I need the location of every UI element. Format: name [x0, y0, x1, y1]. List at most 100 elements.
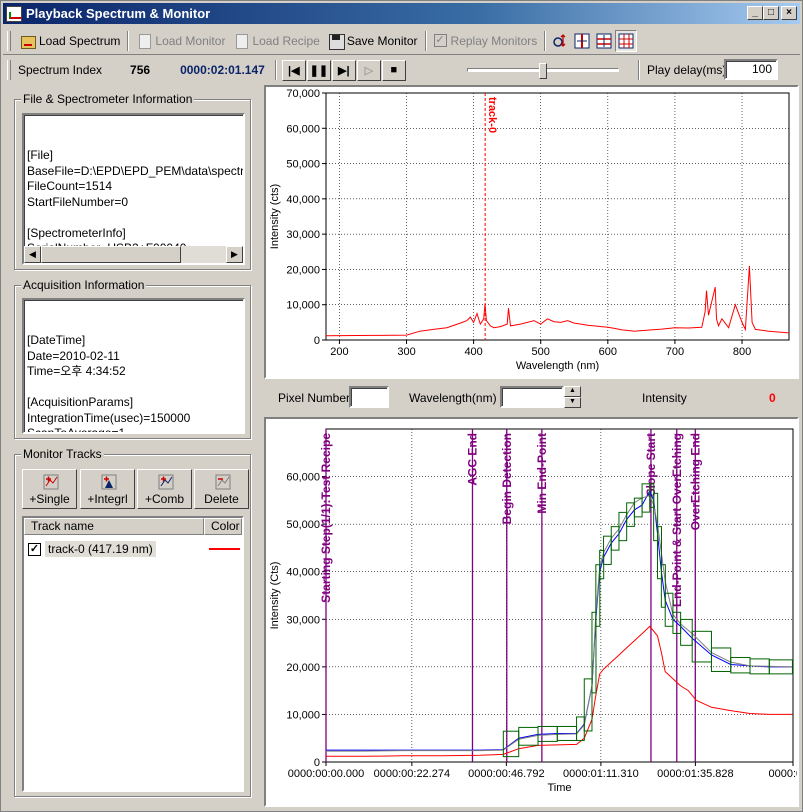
plot-frame — [325, 428, 794, 763]
track-name: track-0 (417.19 nm) — [45, 541, 156, 557]
spin-down-button[interactable]: ▼ — [564, 397, 581, 408]
series-line-0 — [326, 625, 793, 757]
horizontal-cursor-icon — [596, 33, 612, 48]
y-tick-label: 0 — [314, 335, 320, 347]
swap-icon — [553, 33, 566, 47]
horizontal-cursor-button[interactable] — [593, 30, 615, 52]
add-single-track-button[interactable]: +Single — [22, 469, 77, 509]
delete-track-button[interactable]: Delete — [194, 469, 249, 509]
wavelength-input[interactable] — [500, 386, 564, 408]
close-button[interactable]: × — [781, 6, 797, 20]
add-combined-track-button[interactable]: +Comb — [137, 469, 192, 509]
last-frame-button[interactable]: ▶| — [331, 59, 356, 81]
playback-bar: Spectrum Index 756 0000:02:01.147 |◀ ❚❚ … — [3, 57, 800, 83]
title-bar[interactable]: Playback Spectrum & Monitor _ □ × — [3, 3, 800, 24]
arrow-down-icon: ▼ — [569, 398, 576, 405]
load-monitor-button[interactable]: Load Monitor — [132, 30, 229, 52]
track-list[interactable]: Track name Color ✓ track-0 (417.19 nm) — [22, 516, 244, 792]
swap-tool-button[interactable] — [549, 30, 571, 52]
info-line — [27, 210, 240, 226]
x-tick-label: 0000:01:35.828 — [657, 768, 733, 780]
readout-bar: Pixel Number Wavelength(nm) ▲ ▼ Intensit… — [264, 383, 799, 411]
y-tick-label: 30,000 — [286, 229, 320, 241]
minimize-button[interactable]: _ — [747, 6, 763, 20]
file-info-memo[interactable]: [File] BaseFile=D:\EPD\EPD_PEM\data\spect… — [22, 113, 245, 265]
first-frame-button[interactable]: |◀ — [281, 59, 306, 81]
toolbar-separator — [127, 30, 130, 51]
folder-chart-icon — [20, 33, 36, 49]
scroll-left-button[interactable]: ◀ — [24, 246, 41, 263]
add-single-label: +Single — [29, 492, 70, 506]
add-combined-label: +Comb — [144, 492, 185, 506]
spectrum-index-value: 756 — [130, 63, 151, 77]
app-window: Playback Spectrum & Monitor _ □ × Load S… — [0, 0, 803, 812]
grid-lines — [325, 429, 794, 763]
checkbox-icon: ✓ — [433, 34, 447, 47]
x-tick-label: 0000:02:0 — [769, 768, 797, 780]
playback-controls: |◀ ❚❚ ▶| ▷ ■ — [281, 59, 406, 81]
acquisition-info-title: Acquisition Information — [21, 278, 147, 292]
info-line: FileCount=1514 — [27, 179, 113, 193]
y-tick-label: 60,000 — [286, 123, 320, 135]
spin-up-button[interactable]: ▲ — [564, 386, 581, 397]
acquisition-info-memo[interactable]: [DateTime] Date=2010-02-11 Time=오후 4:34:52… — [22, 298, 245, 434]
event-label: End-Point & Start OverEtching — [670, 433, 684, 607]
monitor-tracks-title: Monitor Tracks — [21, 447, 104, 461]
recipe-icon — [233, 33, 249, 49]
y-tick-label: 50,000 — [286, 159, 320, 171]
pixel-number-input[interactable] — [349, 386, 389, 408]
toolbar-separator — [424, 30, 427, 51]
wavelength-spinner[interactable]: ▲ ▼ — [564, 386, 581, 408]
maximize-button[interactable]: □ — [763, 6, 779, 20]
toolbar-grip[interactable] — [7, 30, 11, 51]
grid-view-button[interactable] — [615, 29, 638, 52]
main-toolbar: Load Spectrum Load Monitor Load Recipe S… — [3, 27, 800, 55]
file-info-hscrollbar[interactable]: ◀ ▶ — [24, 246, 243, 263]
info-line: [File] — [27, 148, 54, 162]
info-line: StartFileNumber=0 — [27, 194, 129, 209]
slider-thumb[interactable] — [539, 63, 547, 79]
delete-track-icon — [215, 474, 231, 490]
scroll-right-button[interactable]: ▶ — [226, 246, 243, 263]
scroll-thumb[interactable] — [41, 246, 181, 263]
y-axis-label: Intensity (cts) — [269, 184, 281, 249]
load-spectrum-button[interactable]: Load Spectrum — [16, 30, 124, 52]
vertical-cursor-button[interactable] — [571, 30, 593, 52]
x-tick-label: 0000:00:00.000 — [288, 768, 364, 780]
info-line: ScanToAverage=1 — [27, 426, 126, 434]
load-recipe-label: Load Recipe — [252, 33, 320, 48]
event-label: Min End-Point — [535, 433, 549, 514]
y-tick-label: 30,000 — [286, 614, 320, 626]
toolbar-grip[interactable] — [7, 60, 11, 80]
info-line: Date=2010-02-11 — [27, 348, 120, 363]
spectrum-chart[interactable]: 0 10,000 20,000 30,000 40,000 50,000 60,000 70,… — [266, 87, 797, 377]
grid-icon — [618, 33, 634, 48]
y-axis-label: Intensity (Cts) — [269, 562, 281, 630]
track-color-swatch[interactable] — [209, 548, 240, 550]
track-marker-label: track-0 — [486, 97, 498, 133]
add-integral-track-button[interactable]: +Integrl — [80, 469, 135, 509]
acquisition-info-text: [DateTime] Date=2010-02-11 Time=오후 4:34:52… — [27, 333, 240, 434]
track-name-header[interactable]: Track name — [24, 518, 204, 535]
monitor-chart[interactable]: 010,00020,00030,00040,00050,00060,000000… — [266, 419, 803, 805]
x-tick-label: 700 — [666, 346, 684, 358]
integral-track-icon — [101, 474, 117, 490]
pause-button[interactable]: ❚❚ — [306, 59, 331, 81]
play-delay-input[interactable]: 100 — [724, 59, 778, 80]
play-button[interactable]: ▷ — [356, 59, 381, 81]
color-header[interactable]: Color — [204, 518, 242, 535]
event-label: Slope Start — [644, 433, 658, 496]
track-row[interactable]: ✓ track-0 (417.19 nm) — [28, 539, 242, 559]
save-monitor-button[interactable]: Save Monitor — [324, 30, 422, 52]
load-recipe-button[interactable]: Load Recipe — [229, 30, 323, 52]
toolbar-separator — [544, 30, 547, 51]
y-tick-label: 20,000 — [286, 264, 320, 276]
y-tick-label: 40,000 — [286, 194, 320, 206]
track-checkbox[interactable]: ✓ — [28, 542, 41, 556]
skip-back-icon: |◀ — [288, 64, 300, 77]
event-label: OverEtching End — [688, 433, 702, 530]
playback-slider[interactable] — [467, 63, 619, 79]
x-axis-label: Time — [547, 782, 571, 794]
replay-monitors-checkbox[interactable]: ✓ Replay Monitors — [430, 30, 542, 52]
stop-button[interactable]: ■ — [381, 59, 406, 81]
